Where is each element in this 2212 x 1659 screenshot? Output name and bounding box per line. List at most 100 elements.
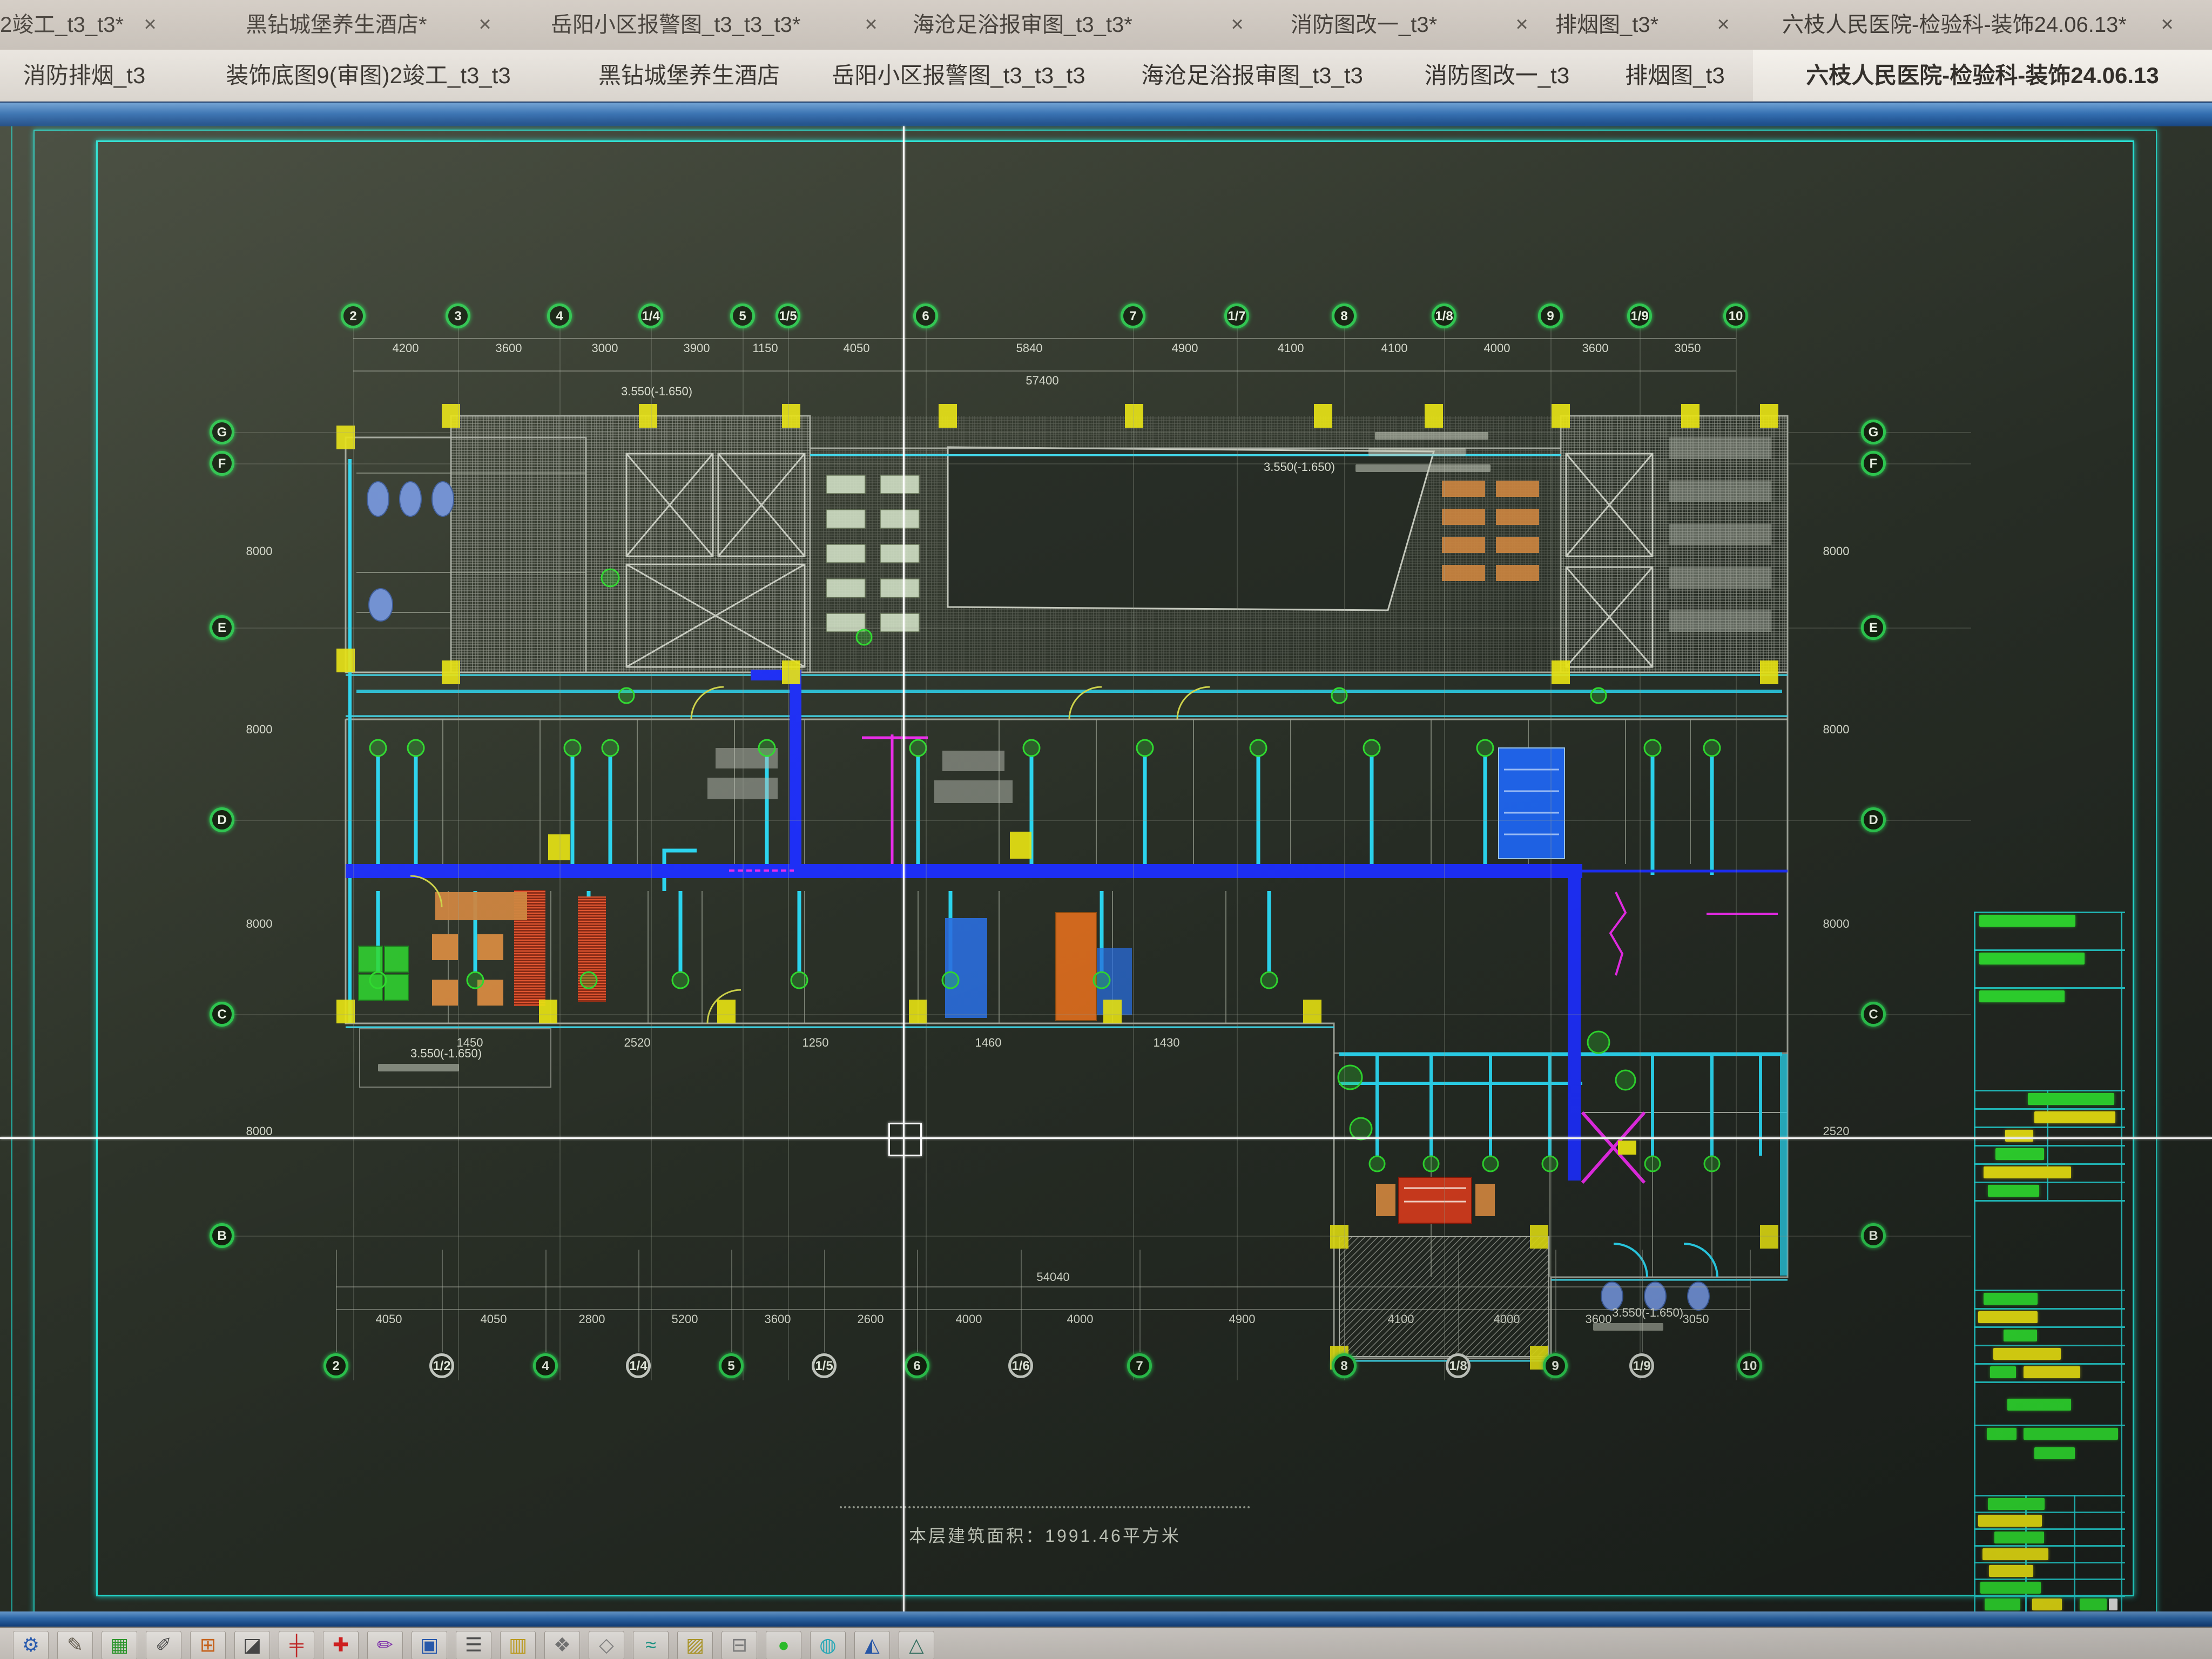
dimension-text: 4050 xyxy=(376,1312,402,1326)
hatch-tool-icon[interactable]: ▥ xyxy=(500,1631,536,1659)
schedule-entry-bar xyxy=(1979,915,2075,927)
session-tab-0[interactable]: 2竣工_t3_t3* xyxy=(0,10,127,40)
schedule-entry-bar xyxy=(1982,1548,2048,1560)
funnel-tool-icon[interactable]: △ xyxy=(899,1631,934,1659)
session-tab-close-icon[interactable]: × xyxy=(1225,10,1250,40)
grid-axis-line xyxy=(353,327,354,1380)
dimension-text: 4100 xyxy=(1278,341,1304,355)
dimension-total-text: 57400 xyxy=(1026,374,1058,388)
crosshair-horizontal xyxy=(0,1137,2212,1139)
session-tab-1[interactable]: 黑钻城堡养生酒店* xyxy=(246,10,467,40)
grid-axis-line xyxy=(1736,327,1737,1380)
doc-tab-6[interactable]: 排烟图_t3 xyxy=(1597,50,1754,101)
grid-bubble-right-C: C xyxy=(1861,1002,1886,1027)
session-tab-close-icon[interactable]: × xyxy=(138,10,163,40)
dimension-text: 5200 xyxy=(672,1312,698,1326)
note-blur xyxy=(1593,1323,1663,1331)
grid-bubble-bottom-6: 6 xyxy=(905,1353,929,1378)
session-tab-close-icon[interactable]: × xyxy=(1711,10,1736,40)
grid-axis-stem xyxy=(824,1250,825,1352)
schedule-entry-bar xyxy=(1978,1311,2038,1323)
doc-tab-3[interactable]: 岳阳小区报警图_t3_t3_t3 xyxy=(810,50,1108,101)
drawing-viewport[interactable]: 2341/451/5671/781/891/91021/241/451/561/… xyxy=(0,126,2212,1611)
schedule-row-line xyxy=(1974,1528,2125,1530)
grid-axis-line xyxy=(788,327,789,1380)
dimension-text: 4900 xyxy=(1172,341,1198,355)
layers-tool-icon[interactable]: ☰ xyxy=(456,1631,491,1659)
axis-tool-icon[interactable]: ╪ xyxy=(279,1631,314,1659)
session-tab-close-icon[interactable]: × xyxy=(473,10,497,40)
schedule-entry-bar xyxy=(1985,1599,2020,1610)
doc-tab-2[interactable]: 黑钻城堡养生酒店 xyxy=(568,50,811,101)
bottom-toolbar: ⚙ ✎ ▦ ✐ ⊞ ◪ ╪ ✚ ✏ ▣ ☰ ▥ ❖ ◇ ≈ ▨ ⊟ ● ◍ ◭ △ xyxy=(0,1627,2212,1659)
grid-bubble-left-E: E xyxy=(210,615,234,640)
session-tab-6[interactable]: 六枝人民医院-检验科-装饰24.06.13* xyxy=(1782,10,2145,40)
pen-tool-icon[interactable]: ✎ xyxy=(57,1631,93,1659)
session-tab-3[interactable]: 海沧足浴报审图_t3_t3* xyxy=(913,10,1215,40)
grid-bubble-right-B: B xyxy=(1861,1223,1886,1248)
grid-axis-line xyxy=(1133,327,1134,1380)
schedule-row-line xyxy=(1974,1579,2125,1580)
schedule-row-line xyxy=(1974,1145,2125,1147)
table-tool-icon[interactable]: ▦ xyxy=(102,1631,137,1659)
session-tab-2[interactable]: 岳阳小区报警图_t3_t3_t3* xyxy=(551,10,851,40)
grid-bubble-top-10: 10 xyxy=(1723,304,1748,328)
doc-tab-5[interactable]: 消防图改一_t3 xyxy=(1397,50,1598,101)
valve-tool-icon[interactable]: ⚙ xyxy=(13,1631,49,1659)
dim-tool-icon[interactable]: ❖ xyxy=(544,1631,580,1659)
dimension-text: 4100 xyxy=(1381,341,1408,355)
session-tab-close-icon[interactable]: × xyxy=(2155,10,2180,40)
grid-bubble-bottom-1/2: 1/2 xyxy=(429,1353,454,1378)
dimension-text: 3050 xyxy=(1683,1312,1709,1326)
plus-tool-icon[interactable]: ✚ xyxy=(323,1631,359,1659)
schedule-row-line xyxy=(1974,1200,2125,1202)
dimension-text: 1250 xyxy=(802,1036,829,1050)
block-tool-icon[interactable]: ▣ xyxy=(412,1631,447,1659)
schedule-row-line xyxy=(1974,1512,2125,1513)
schedule-entry-bar xyxy=(2028,1093,2114,1105)
annotate-tool-icon[interactable]: ✐ xyxy=(146,1631,181,1659)
grid-axis-stem xyxy=(442,1250,443,1352)
grid-axis-stem xyxy=(1750,1250,1751,1352)
sphere-tool-icon[interactable]: ● xyxy=(766,1631,801,1659)
session-tab-close-icon[interactable]: × xyxy=(859,10,884,40)
session-tab-4[interactable]: 消防图改一_t3* xyxy=(1291,10,1501,40)
schedule-entry-bar xyxy=(2024,1366,2080,1378)
dimension-text: 4000 xyxy=(1484,341,1510,355)
wave-tool-icon[interactable]: ≈ xyxy=(633,1631,669,1659)
session-tab-close-icon[interactable]: × xyxy=(1509,10,1534,40)
pipe-tool-icon[interactable]: ◍ xyxy=(810,1631,846,1659)
dimension-text: 3050 xyxy=(1675,341,1701,355)
doc-tab-4[interactable]: 海沧足浴报审图_t3_t3 xyxy=(1107,50,1398,101)
grid-bubble-top-1/7: 1/7 xyxy=(1224,304,1249,328)
grid-bubble-top-5: 5 xyxy=(730,304,755,328)
grid-tool-icon[interactable]: ⊞ xyxy=(190,1631,226,1659)
schedule-entry-bar xyxy=(1979,990,2065,1002)
dimension-text: 8000 xyxy=(246,544,273,558)
grid-axis-line xyxy=(1640,327,1641,1380)
slope-tool-icon[interactable]: ◪ xyxy=(234,1631,270,1659)
schedule-entry-bar xyxy=(1980,1582,2041,1594)
grid-axis-line xyxy=(232,1014,1971,1015)
grid-bubble-left-B: B xyxy=(210,1223,234,1248)
schedule-row-line xyxy=(1974,1090,2125,1091)
document-tab-bar: 消防排烟_t3装饰底图9(审图)2竣工_t3_t3黑钻城堡养生酒店岳阳小区报警图… xyxy=(0,50,2212,102)
doc-tab-0[interactable]: 消防排烟_t3 xyxy=(0,50,170,101)
grid-bubble-top-8: 8 xyxy=(1332,304,1357,328)
edit-tool-icon[interactable]: ✏ xyxy=(367,1631,403,1659)
note-blur xyxy=(1368,448,1466,456)
doc-tab-1[interactable]: 装饰底图9(审图)2竣工_t3_t3 xyxy=(168,50,569,101)
session-tab-5[interactable]: 排烟图_t3* xyxy=(1555,10,1693,40)
grid-bubble-bottom-1/6: 1/6 xyxy=(1008,1353,1033,1378)
dimension-line xyxy=(353,370,1736,372)
strainer-tool-icon[interactable]: ⊟ xyxy=(721,1631,757,1659)
grid-bubble-left-C: C xyxy=(210,1002,234,1027)
schedule-entry-bar xyxy=(1978,1515,2042,1527)
equipment-blocks xyxy=(514,748,1564,1223)
fill-tool-icon[interactable]: ▨ xyxy=(677,1631,713,1659)
dimension-text: 3000 xyxy=(592,341,618,355)
cone-tool-icon[interactable]: ◭ xyxy=(854,1631,890,1659)
diamond-tool-icon[interactable]: ◇ xyxy=(589,1631,624,1659)
grid-axis-stem xyxy=(1139,1250,1141,1352)
doc-tab-7[interactable]: 六枝人民医院-检验科-装饰24.06.13 xyxy=(1753,50,2212,101)
